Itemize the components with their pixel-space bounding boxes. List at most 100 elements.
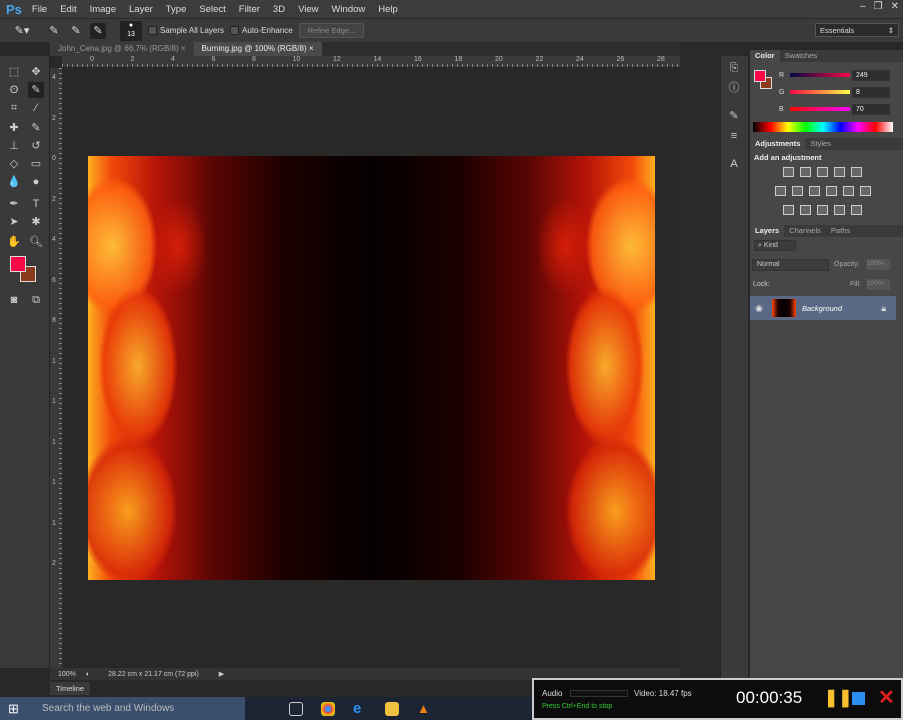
close-tab-icon[interactable]: × xyxy=(309,44,314,53)
b-slider[interactable] xyxy=(790,107,850,111)
menu-view[interactable]: View xyxy=(298,4,318,15)
opacity-field[interactable]: 100% xyxy=(866,259,890,270)
color-balance-icon[interactable] xyxy=(792,186,803,196)
tab-paths[interactable]: Paths xyxy=(826,225,855,237)
close-recorder-icon[interactable]: ✕ xyxy=(878,685,895,710)
crop-tool-icon[interactable]: ⌗ xyxy=(6,100,22,116)
windows-start-icon[interactable]: ⊞ xyxy=(8,701,19,717)
status-menu-arrow-icon[interactable]: ▶ xyxy=(219,670,224,678)
photo-filter-icon[interactable] xyxy=(826,186,837,196)
quick-selection-tool-icon[interactable]: ✎ xyxy=(28,82,44,98)
type-tool-icon[interactable]: T xyxy=(28,196,44,212)
gradient-map-icon[interactable] xyxy=(851,205,862,215)
eraser-tool-icon[interactable]: ◇ xyxy=(6,156,22,172)
selective-color-icon[interactable] xyxy=(834,205,845,215)
new-selection-icon[interactable]: ✎ xyxy=(46,23,62,39)
stop-icon[interactable] xyxy=(852,692,865,705)
tab-burning[interactable]: Burning.jpg @ 100% (RGB/8) × xyxy=(193,42,322,56)
add-to-selection-icon[interactable]: ✎ xyxy=(68,23,84,39)
lasso-tool-icon[interactable]: ʘ xyxy=(6,82,22,98)
channel-mixer-icon[interactable] xyxy=(843,186,854,196)
tab-adjustments[interactable]: Adjustments xyxy=(750,138,806,150)
info-panel-icon[interactable]: ⓘ xyxy=(726,80,742,96)
document-image-burning[interactable] xyxy=(88,156,655,580)
color-fg-swatch[interactable] xyxy=(754,70,766,82)
timeline-tab[interactable]: Timeline xyxy=(50,682,90,695)
tab-layers[interactable]: Layers xyxy=(750,225,785,237)
menu-help[interactable]: Help xyxy=(378,4,398,15)
hue-saturation-icon[interactable] xyxy=(775,186,786,196)
marquee-tool-icon[interactable]: ⬚ xyxy=(6,64,22,80)
move-tool-icon[interactable]: ✥ xyxy=(28,64,44,80)
foreground-color-swatch[interactable] xyxy=(10,256,26,272)
blur-tool-icon[interactable]: 💧 xyxy=(6,174,22,190)
color-lookup-icon[interactable] xyxy=(860,186,871,196)
r-slider[interactable] xyxy=(790,73,850,77)
path-selection-icon[interactable]: ➤ xyxy=(6,214,22,230)
auto-enhance-checkbox[interactable]: Auto-Enhance xyxy=(230,26,293,35)
clone-stamp-icon[interactable]: ⊥ xyxy=(6,138,22,154)
blend-mode-select[interactable]: Normal xyxy=(752,259,829,271)
menu-filter[interactable]: Filter xyxy=(239,4,260,15)
workspace-select[interactable]: Essentials ⇕ xyxy=(815,23,899,37)
b-value[interactable]: 70 xyxy=(852,104,890,115)
tab-color[interactable]: Color xyxy=(750,50,780,62)
menu-3d[interactable]: 3D xyxy=(273,4,285,15)
menu-window[interactable]: Window xyxy=(331,4,365,15)
invert-icon[interactable] xyxy=(783,205,794,215)
sample-all-layers-checkbox[interactable]: Sample All Layers xyxy=(148,26,224,35)
menu-layer[interactable]: Layer xyxy=(129,4,153,15)
levels-icon[interactable] xyxy=(800,167,811,177)
zoom-level[interactable]: 100% xyxy=(58,671,76,678)
quick-mask-icon[interactable]: ◙ xyxy=(6,292,22,308)
curves-icon[interactable] xyxy=(817,167,828,177)
tab-swatches[interactable]: Swatches xyxy=(780,50,823,62)
tool-preset-picker[interactable]: ✎▾ xyxy=(14,23,30,39)
vlc-icon[interactable]: ▲ xyxy=(417,701,431,716)
taskbar-search[interactable]: ⊞ Search the web and Windows xyxy=(0,697,245,720)
refine-edge-button[interactable]: Refine Edge... xyxy=(298,23,365,38)
gradient-tool-icon[interactable]: ▭ xyxy=(28,156,44,172)
g-value[interactable]: 8 xyxy=(852,87,890,98)
pen-tool-icon[interactable]: ✒ xyxy=(6,196,22,212)
chrome-icon[interactable] xyxy=(321,701,335,716)
task-view-icon[interactable] xyxy=(289,701,303,716)
healing-brush-icon[interactable]: ✚ xyxy=(6,120,22,136)
shape-tool-icon[interactable]: ✱ xyxy=(28,214,44,230)
minimize-button[interactable]: – xyxy=(860,1,866,12)
character-panel-icon[interactable]: A xyxy=(726,156,742,172)
menu-file[interactable]: File xyxy=(32,4,47,15)
posterize-icon[interactable] xyxy=(800,205,811,215)
brush-tool-icon[interactable]: ✎ xyxy=(28,120,44,136)
close-tab-icon[interactable]: × xyxy=(181,44,186,53)
close-button[interactable]: ✕ xyxy=(891,1,899,12)
threshold-icon[interactable] xyxy=(817,205,828,215)
tab-styles[interactable]: Styles xyxy=(805,138,835,150)
tab-channels[interactable]: Channels xyxy=(784,225,826,237)
dodge-tool-icon[interactable]: ● xyxy=(28,174,44,190)
brightness-icon[interactable] xyxy=(783,167,794,177)
menu-select[interactable]: Select xyxy=(199,4,225,15)
visibility-eye-icon[interactable]: ◉ xyxy=(750,303,768,314)
exposure-icon[interactable] xyxy=(834,167,845,177)
vibrance-icon[interactable] xyxy=(851,167,862,177)
edge-icon[interactable]: e xyxy=(353,701,367,716)
black-white-icon[interactable] xyxy=(809,186,820,196)
eyedropper-tool-icon[interactable]: ⁄ xyxy=(28,100,44,116)
history-brush-icon[interactable]: ↺ xyxy=(28,138,44,154)
brush-panel-icon[interactable]: ✎ xyxy=(726,108,742,124)
menu-edit[interactable]: Edit xyxy=(60,4,76,15)
screen-mode-icon[interactable]: ⧉ xyxy=(28,292,44,308)
zoom-tool-icon[interactable]: 🔍︎ xyxy=(28,234,44,250)
layer-row-background[interactable]: ◉ Background 🔒︎ xyxy=(750,296,896,320)
brush-size-picker[interactable]: ● 13 xyxy=(120,20,142,41)
tab-john-cena[interactable]: John_Cena.jpg @ 66.7% (RGB/8) × xyxy=(50,42,194,56)
hand-tool-icon[interactable]: ✋ xyxy=(6,234,22,250)
restore-button[interactable]: ❐ xyxy=(874,1,883,12)
menu-image[interactable]: Image xyxy=(90,4,116,15)
pause-icon[interactable]: ❚❚ xyxy=(824,688,853,708)
file-explorer-icon[interactable] xyxy=(385,701,399,716)
color-spectrum-bar[interactable] xyxy=(753,122,893,132)
subtract-selection-icon[interactable]: ✎ xyxy=(90,22,106,39)
menu-type[interactable]: Type xyxy=(166,4,187,15)
